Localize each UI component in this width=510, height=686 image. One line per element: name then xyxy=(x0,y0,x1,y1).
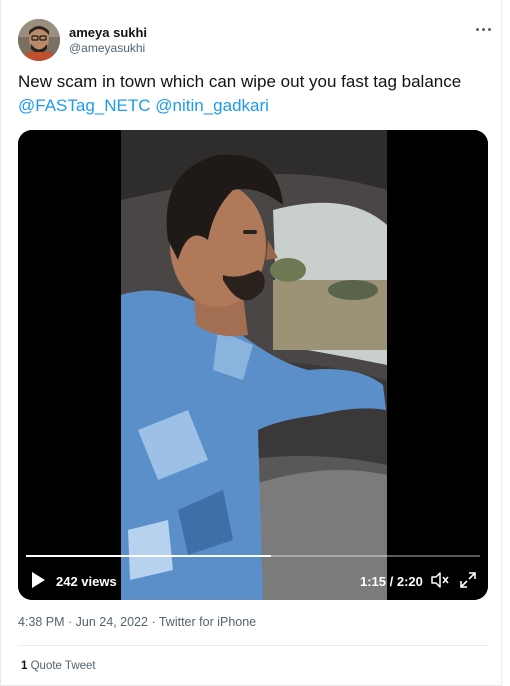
meta-separator: · xyxy=(147,615,159,629)
play-icon[interactable] xyxy=(30,571,46,589)
mention-nitin-gadkari[interactable]: @nitin_gadkari xyxy=(155,96,269,115)
divider xyxy=(18,645,488,646)
video-time: 1:15 / 2:20 xyxy=(360,574,423,589)
video-frame xyxy=(18,130,488,600)
tweet-meta: 4:38 PM · Jun 24, 2022 · Twitter for iPh… xyxy=(18,615,256,629)
tweet-source[interactable]: Twitter for iPhone xyxy=(159,615,256,629)
video-view-count: 242 views xyxy=(56,574,117,589)
video-player[interactable]: 242 views 1:15 / 2:20 xyxy=(18,130,488,600)
tweet-time[interactable]: 4:38 PM xyxy=(18,615,65,629)
quote-label: Quote Tweet xyxy=(30,660,96,672)
avatar[interactable] xyxy=(18,19,60,61)
more-dots-icon xyxy=(475,27,479,31)
mention-fastag[interactable]: @FASTag_NETC xyxy=(18,96,151,115)
fullscreen-icon[interactable] xyxy=(459,571,477,589)
tweet-card: ameya sukhi @ameyasukhi New scam in town… xyxy=(0,0,502,686)
video-progress-bar[interactable] xyxy=(26,555,480,557)
video-progress-fill xyxy=(26,555,272,557)
tweet-body: New scam in town which can wipe out you … xyxy=(18,72,462,91)
tweet-date[interactable]: Jun 24, 2022 xyxy=(76,615,148,629)
author-name[interactable]: ameya sukhi xyxy=(69,25,147,40)
quote-tweet-stat[interactable]: 1 Quote Tweet xyxy=(21,660,96,672)
tweet-text: New scam in town which can wipe out you … xyxy=(18,70,488,118)
more-options-button[interactable] xyxy=(473,19,493,39)
meta-separator: · xyxy=(64,615,76,629)
author-handle[interactable]: @ameyasukhi xyxy=(69,41,145,55)
profile-photo xyxy=(18,19,60,61)
volume-mute-icon[interactable] xyxy=(431,572,449,588)
quote-count: 1 xyxy=(21,660,28,672)
